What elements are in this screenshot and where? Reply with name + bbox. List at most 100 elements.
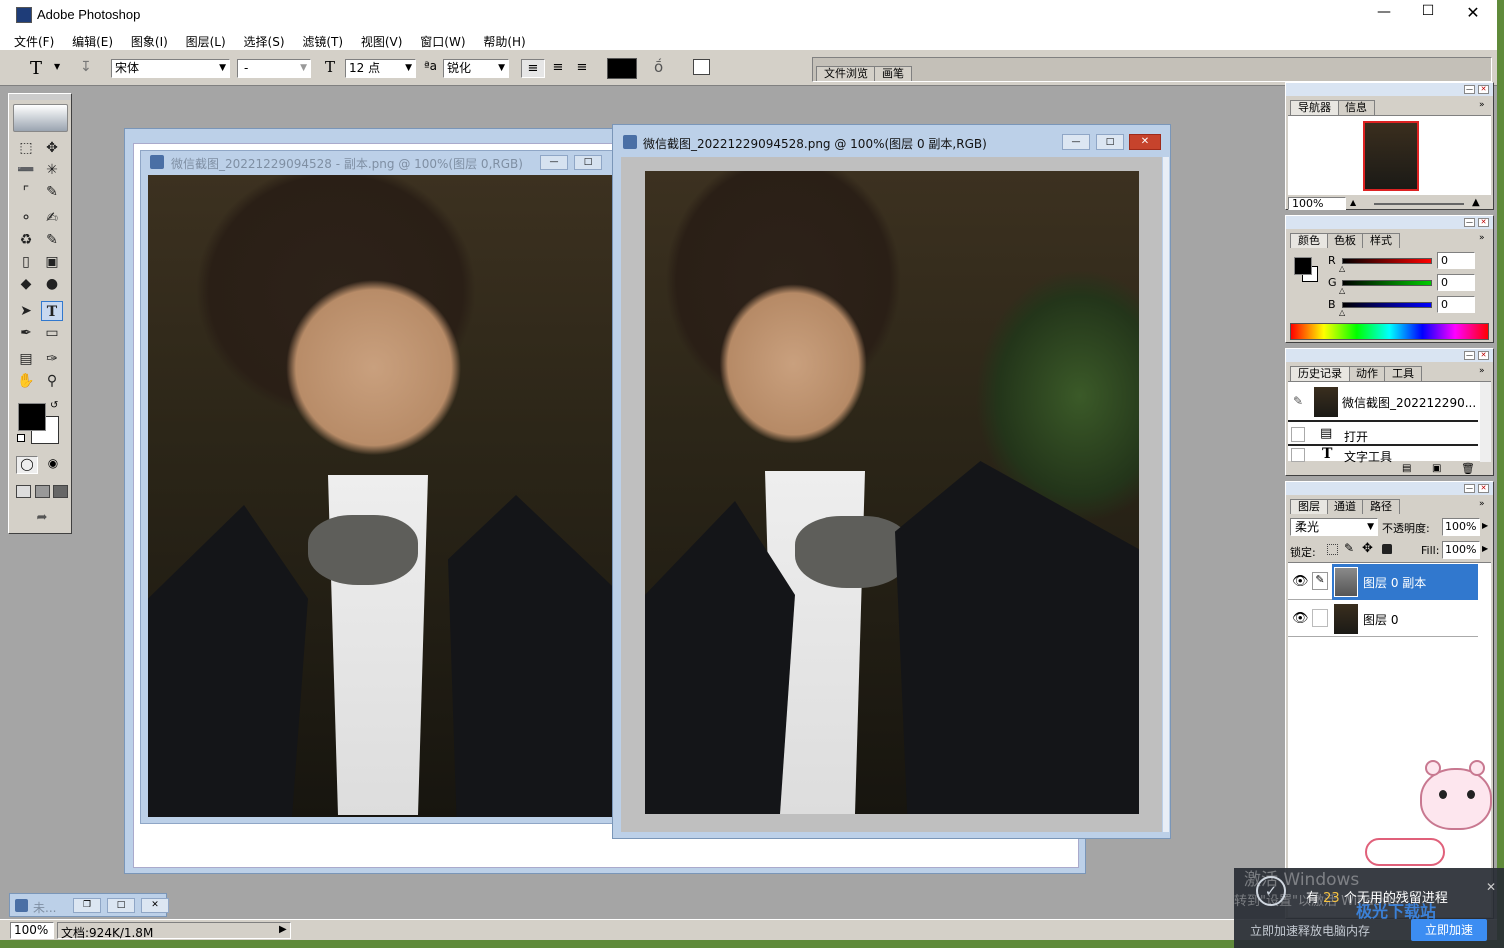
notes-tool-icon[interactable]: ▤ — [15, 349, 37, 369]
g-slider-bar[interactable] — [1342, 280, 1432, 286]
status-info[interactable]: 文档:924K/1.8M ▶ — [57, 922, 291, 940]
default-colors-icon[interactable] — [17, 434, 25, 442]
layer-link-brush-icon[interactable]: ✎ — [1312, 572, 1328, 590]
close-button[interactable]: ✕ — [1463, 3, 1483, 23]
eyedropper-tool-icon[interactable]: ✑ — [41, 349, 63, 369]
tab-paths[interactable]: 路径 — [1362, 499, 1400, 514]
palette-minimize-icon[interactable]: — — [1464, 85, 1475, 94]
new-document-from-state-icon[interactable]: ▤ — [1402, 463, 1411, 474]
palette-close-icon[interactable]: ✕ — [1478, 218, 1489, 227]
blend-mode-select[interactable]: 柔光 ▼ — [1290, 518, 1378, 536]
align-center-button[interactable]: ≡ — [547, 59, 569, 78]
menu-help[interactable]: 帮助(H) — [483, 33, 525, 50]
menu-layer[interactable]: 图层(L) — [186, 33, 226, 50]
tab-history[interactable]: 历史记录 — [1290, 366, 1350, 381]
history-brush-source-icon[interactable]: ✎ — [1293, 394, 1303, 408]
crop-tool-icon[interactable]: ⌜ — [15, 182, 37, 202]
menu-window[interactable]: 窗口(W) — [420, 33, 465, 50]
hand-tool-icon[interactable]: ✋ — [15, 371, 37, 391]
layer-row-selected[interactable]: 👁 ✎ 图层 0 副本 — [1288, 564, 1478, 600]
status-zoom-field[interactable]: 100% — [10, 922, 54, 939]
status-arrow-icon[interactable]: ▶ — [279, 924, 287, 935]
blur-tool-icon[interactable]: ◆ — [15, 274, 37, 294]
align-right-button[interactable]: ≡ — [571, 59, 593, 78]
lock-all-icon[interactable] — [1382, 544, 1392, 554]
lock-position-icon[interactable]: ✥ — [1362, 541, 1373, 556]
palette-well-tab-brushes[interactable]: 画笔 — [874, 66, 912, 81]
marquee-tool-icon[interactable]: ⬚ — [15, 138, 37, 158]
layer-row[interactable]: 👁 图层 0 — [1288, 601, 1478, 637]
color-fg-swatch[interactable] — [1294, 257, 1312, 275]
brush-tool-icon[interactable]: ✍ — [41, 208, 63, 228]
text-tool-preset-icon[interactable]: T — [30, 58, 42, 79]
warp-text-icon[interactable]: ṍ — [654, 58, 663, 76]
palette-well-tab-file-browser[interactable]: 文件浏览 — [816, 66, 876, 81]
palettes-toggle-icon[interactable] — [693, 59, 710, 75]
antialias-select[interactable]: 锐化 ▼ — [443, 59, 509, 78]
menu-select[interactable]: 选择(S) — [244, 33, 285, 50]
document-back-minimize-button[interactable]: — — [540, 155, 568, 170]
fill-field[interactable]: 100% — [1442, 541, 1480, 559]
maximize-doc-button[interactable]: □ — [107, 898, 135, 913]
tab-swatches[interactable]: 色板 — [1326, 233, 1364, 248]
minimize-button[interactable]: — — [1374, 4, 1394, 24]
palette-menu-icon[interactable]: » — [1479, 499, 1485, 509]
document-front-close-button[interactable]: ✕ — [1129, 134, 1161, 150]
menu-image[interactable]: 图象(I) — [131, 33, 168, 50]
palette-menu-icon[interactable]: » — [1479, 366, 1485, 376]
font-style-select[interactable]: - ▼ — [237, 59, 311, 78]
tab-color[interactable]: 颜色 — [1290, 233, 1328, 248]
palette-menu-icon[interactable]: » — [1479, 233, 1485, 243]
state-checkbox[interactable] — [1291, 427, 1305, 442]
zoom-tool-icon[interactable]: ⚲ — [41, 371, 63, 391]
foreground-color-swatch[interactable] — [18, 403, 46, 431]
palette-close-icon[interactable]: ✕ — [1478, 484, 1489, 493]
text-color-swatch[interactable] — [607, 58, 637, 79]
document-front-minimize-button[interactable]: — — [1062, 134, 1090, 150]
lasso-tool-icon[interactable]: ➖ — [15, 160, 37, 180]
menu-edit[interactable]: 编辑(E) — [72, 33, 113, 50]
g-value-field[interactable]: 0 — [1437, 274, 1475, 291]
tab-actions[interactable]: 动作 — [1348, 366, 1386, 381]
zoom-out-icon[interactable]: ▲ — [1350, 198, 1356, 207]
lock-image-icon[interactable]: ✎ — [1344, 541, 1354, 555]
dodge-tool-icon[interactable]: ● — [41, 274, 63, 294]
navigator-zoom-field[interactable]: 100% — [1288, 197, 1346, 210]
path-selection-tool-icon[interactable]: ➤ — [15, 301, 37, 321]
gradient-tool-icon[interactable]: ▣ — [41, 252, 63, 272]
history-brush-tool-icon[interactable]: ✎ — [41, 230, 63, 250]
r-value-field[interactable]: 0 — [1437, 252, 1475, 269]
restore-button[interactable]: ❐ — [73, 898, 101, 913]
delete-state-icon[interactable]: 🗑 — [1461, 462, 1475, 475]
screen-mode-full-icon[interactable] — [53, 485, 68, 498]
document-window-back-inner[interactable]: 微信截图_20221229094528 - 副本.png @ 100%(图层 0… — [140, 150, 620, 824]
document-back-maximize-button[interactable]: □ — [574, 155, 602, 170]
b-value-field[interactable]: 0 — [1437, 296, 1475, 313]
font-family-select[interactable]: 宋体 ▼ — [111, 59, 230, 78]
history-snapshot-row[interactable]: ✎ 微信截图_202212290... — [1288, 382, 1478, 422]
magic-wand-tool-icon[interactable]: ✳ — [41, 160, 63, 180]
palette-minimize-icon[interactable]: — — [1464, 351, 1475, 360]
state-checkbox[interactable] — [1291, 448, 1305, 462]
quick-mask-mode-button[interactable]: ◉ — [42, 456, 64, 474]
layer-link-box[interactable] — [1312, 609, 1328, 627]
notification-popup[interactable]: 激活 Windows 转到"设置"以激活 Windows ✓ 有 23 个无用的… — [1234, 868, 1504, 948]
menu-filter[interactable]: 滤镜(T) — [302, 33, 343, 50]
navigator-thumbnail[interactable] — [1363, 121, 1419, 191]
fill-arrow-icon[interactable]: ▶ — [1482, 544, 1488, 553]
history-state-type-tool[interactable]: T 文字工具 — [1288, 444, 1478, 464]
accelerate-button[interactable]: 立即加速 — [1411, 919, 1487, 941]
slice-tool-icon[interactable]: ✎ — [41, 182, 63, 202]
screen-mode-full-menu-icon[interactable] — [35, 485, 50, 498]
standard-mode-button[interactable]: ◯ — [16, 456, 38, 474]
tab-tool-presets[interactable]: 工具 — [1384, 366, 1422, 381]
tab-info[interactable]: 信息 — [1337, 100, 1375, 115]
adobe-eye-logo-icon[interactable] — [13, 104, 68, 132]
type-tool-icon[interactable]: T — [41, 301, 63, 321]
r-slider-bar[interactable] — [1342, 258, 1432, 264]
tab-channels[interactable]: 通道 — [1326, 499, 1364, 514]
document-front-scrollbar[interactable] — [1163, 157, 1169, 832]
color-spectrum-ramp[interactable] — [1290, 323, 1489, 340]
tab-styles[interactable]: 样式 — [1362, 233, 1400, 248]
palette-menu-icon[interactable]: » — [1479, 100, 1485, 110]
